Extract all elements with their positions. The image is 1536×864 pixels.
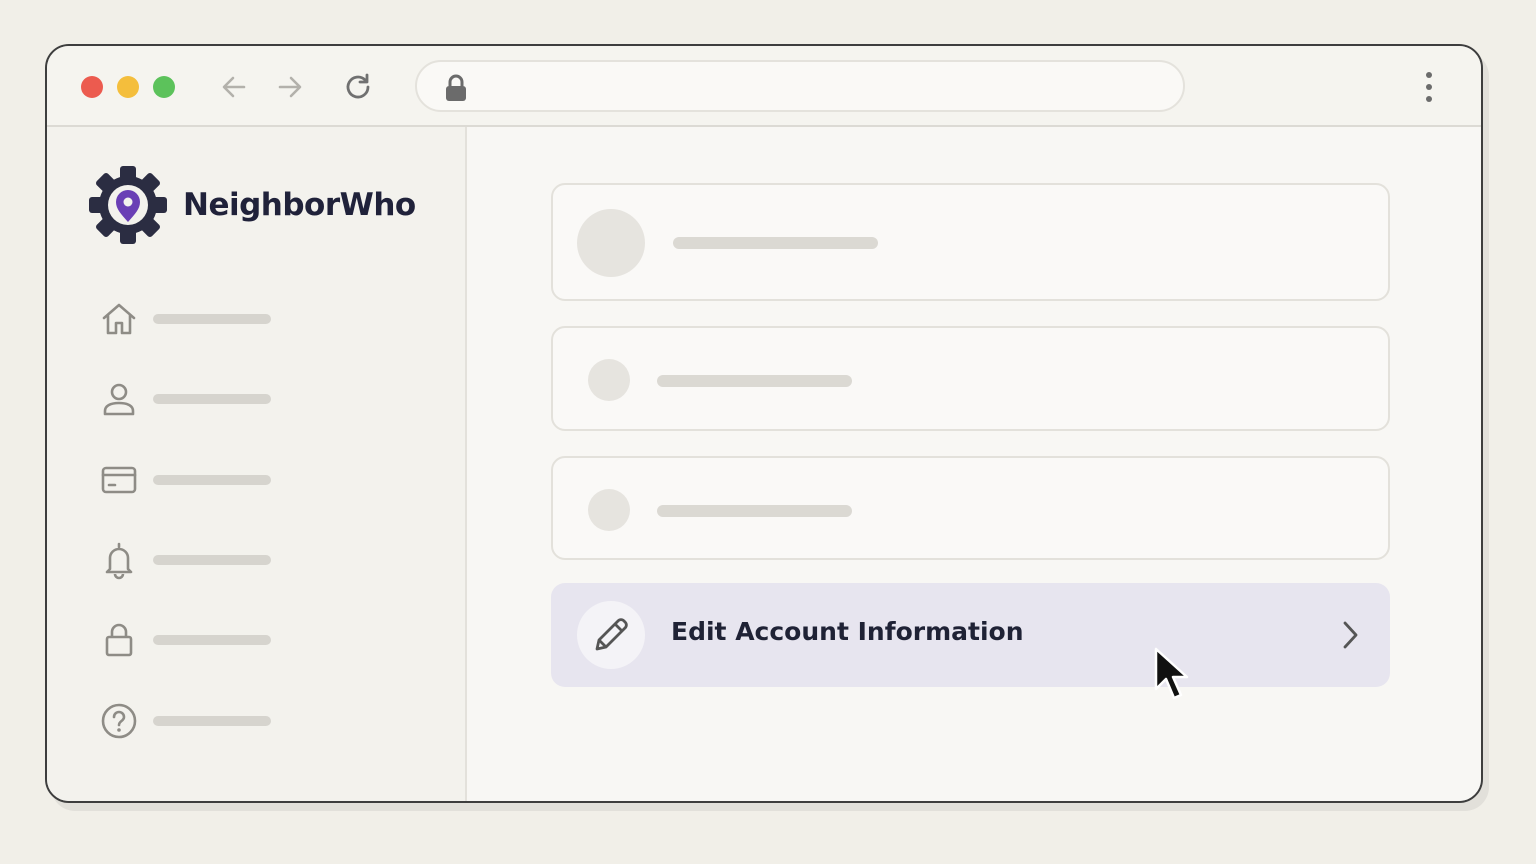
edit-icon-badge xyxy=(577,601,645,669)
minimize-window-button[interactable] xyxy=(117,76,139,98)
sidebar-item-security[interactable] xyxy=(99,618,339,662)
avatar-placeholder xyxy=(577,209,645,277)
text-placeholder xyxy=(657,505,852,517)
edit-account-button[interactable]: Edit Account Information xyxy=(551,583,1390,687)
user-icon xyxy=(103,383,135,416)
sidebar-item-billing[interactable] xyxy=(99,458,339,502)
credit-card-icon xyxy=(101,466,137,494)
address-bar[interactable] xyxy=(415,60,1185,112)
main-content: Edit Account Information xyxy=(467,127,1481,801)
profile-card-placeholder[interactable] xyxy=(551,183,1390,301)
chevron-right-icon xyxy=(1343,621,1358,649)
sidebar: NeighborWho xyxy=(47,127,467,801)
kebab-menu-icon[interactable] xyxy=(1421,70,1437,104)
sidebar-item-placeholder xyxy=(153,716,271,726)
sidebar-item-placeholder xyxy=(153,394,271,404)
sidebar-item-placeholder xyxy=(153,314,271,324)
sidebar-item-placeholder xyxy=(153,475,271,485)
home-icon xyxy=(102,303,136,335)
sidebar-item-home[interactable] xyxy=(99,297,339,341)
lock-icon xyxy=(105,623,133,657)
bell-icon xyxy=(105,542,133,580)
sidebar-item-placeholder xyxy=(153,635,271,645)
sidebar-item-help[interactable] xyxy=(99,699,339,743)
text-placeholder xyxy=(673,237,878,249)
reload-icon[interactable] xyxy=(341,70,375,104)
close-window-button[interactable] xyxy=(81,76,103,98)
browser-window: NeighborWho Edit Account Information xyxy=(45,44,1483,803)
sidebar-item-placeholder xyxy=(153,555,271,565)
pencil-icon xyxy=(595,618,628,651)
icon-placeholder xyxy=(588,489,630,531)
help-icon xyxy=(101,703,137,739)
arrow-left-icon[interactable] xyxy=(217,70,251,104)
text-placeholder xyxy=(657,375,852,387)
lock-icon xyxy=(446,74,466,101)
settings-card-placeholder[interactable] xyxy=(551,326,1390,431)
gear-location-pin-icon xyxy=(89,166,167,244)
mouse-cursor-icon xyxy=(1154,647,1189,700)
sidebar-item-profile[interactable] xyxy=(99,377,339,421)
browser-toolbar xyxy=(47,46,1481,127)
settings-card-placeholder[interactable] xyxy=(551,456,1390,560)
edit-account-label: Edit Account Information xyxy=(671,617,1024,646)
sidebar-item-notifications[interactable] xyxy=(99,538,339,582)
maximize-window-button[interactable] xyxy=(153,76,175,98)
brand[interactable]: NeighborWho xyxy=(87,163,416,247)
icon-placeholder xyxy=(588,359,630,401)
arrow-right-icon[interactable] xyxy=(273,70,307,104)
brand-name: NeighborWho xyxy=(183,187,416,223)
